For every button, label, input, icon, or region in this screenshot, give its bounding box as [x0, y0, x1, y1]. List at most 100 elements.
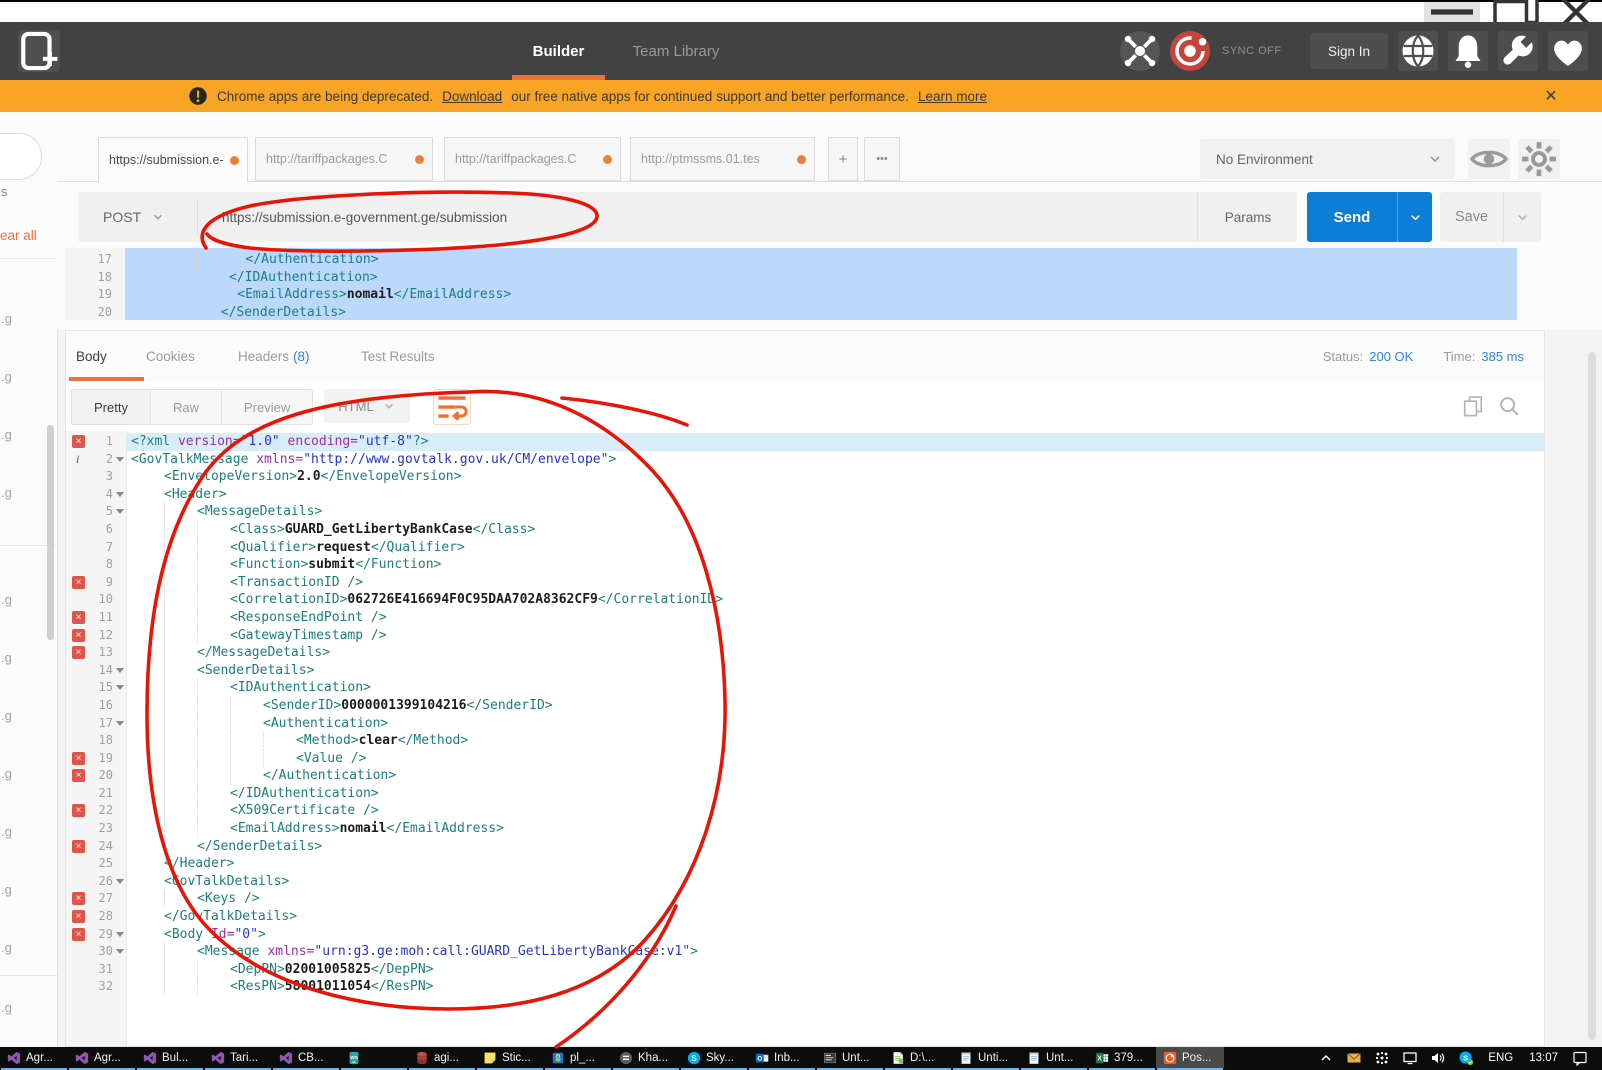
history-item[interactable]: .g [1, 1000, 12, 1015]
outlook-icon: O [755, 1051, 769, 1065]
request-tab[interactable]: http://tariffpackages.C [444, 137, 621, 181]
taskbar-item[interactable]: Stic... [476, 1047, 544, 1068]
environment-select[interactable]: No Environment [1200, 139, 1455, 179]
view-mode-raw[interactable]: Raw [151, 390, 222, 424]
history-item[interactable]: .g [1, 766, 12, 781]
taskbar-item[interactable]: X379... [1088, 1047, 1156, 1068]
indent-guide [163, 251, 164, 269]
response-body-viewer[interactable]: ×1<?xml version="1.0" encoding="utf-8"?>… [66, 431, 1544, 1046]
history-item[interactable]: .g [1, 311, 12, 326]
sync-button[interactable] [1170, 31, 1210, 71]
taskbar-item[interactable]: Bul... [136, 1047, 204, 1068]
history-item[interactable]: .g [1, 592, 12, 607]
banner-close-icon[interactable]: ✕ [1540, 85, 1562, 107]
open-new-tab-button[interactable]: + [828, 137, 858, 181]
taskbar-item[interactable]: WS [340, 1047, 408, 1068]
fold-caret-icon[interactable] [116, 879, 124, 884]
interceptor-button[interactable] [1398, 31, 1438, 71]
tab-team-library[interactable]: Team Library [620, 22, 732, 80]
fold-caret-icon[interactable] [116, 668, 124, 673]
taskbar-item[interactable]: Agr... [68, 1047, 136, 1068]
tray-skype-icon[interactable]: S [1458, 1050, 1474, 1066]
taskbar-item[interactable]: pl_... [544, 1047, 612, 1068]
taskbar-item[interactable]: Unt... [1020, 1047, 1088, 1068]
sign-in-button[interactable]: Sign In [1310, 33, 1388, 69]
language-indicator[interactable]: ENG [1488, 1052, 1513, 1064]
url-input[interactable]: https://submission.e-government.ge/submi… [222, 192, 507, 242]
params-button[interactable]: Params [1197, 192, 1298, 242]
history-item[interactable]: .g [1, 650, 12, 665]
request-body-editor[interactable]: 17</Authentication>18</IDAuthentication>… [65, 248, 1517, 320]
page-scrollbar[interactable] [1588, 352, 1596, 1040]
history-item[interactable]: .g [1, 369, 12, 384]
history-item[interactable]: .g [1, 427, 12, 442]
taskbar-item[interactable]: Unti... [952, 1047, 1020, 1068]
environment-preview-button[interactable] [1468, 139, 1510, 179]
history-search-input[interactable] [0, 133, 42, 180]
tray-mail-icon[interactable] [1346, 1050, 1362, 1066]
request-tab[interactable]: https://submission.e-g [98, 137, 248, 183]
method-select[interactable]: POST [103, 192, 165, 242]
learn-more-link[interactable]: Learn more [918, 89, 987, 104]
notifications-button[interactable] [1448, 31, 1488, 71]
view-mode-pretty[interactable]: Pretty [72, 390, 151, 424]
fold-caret-icon[interactable] [116, 949, 124, 954]
response-tab-headers[interactable]: Headers(8) [238, 331, 310, 381]
tray-volume-icon[interactable] [1430, 1050, 1446, 1066]
tray-chevron-up-icon[interactable] [1318, 1050, 1334, 1066]
format-select[interactable]: HTML [324, 389, 410, 423]
tab-builder[interactable]: Builder [512, 22, 605, 80]
save-button[interactable]: Save [1440, 192, 1541, 242]
minimize-button[interactable] [1424, 2, 1480, 22]
fold-caret-icon[interactable] [116, 457, 124, 462]
send-button[interactable]: Send [1307, 192, 1432, 242]
proxy-capture-button[interactable] [1120, 31, 1160, 71]
response-tab-body[interactable]: Body [76, 331, 107, 381]
tab-options-button[interactable]: ••• [864, 137, 900, 181]
history-item[interactable]: .g [1, 882, 12, 897]
action-center-icon[interactable] [1572, 1050, 1588, 1066]
taskbar-item[interactable]: SSky... [680, 1047, 748, 1068]
clear-all-link[interactable]: ear all [0, 228, 37, 243]
taskbar-item[interactable]: OInb... [748, 1047, 816, 1068]
fold-caret-icon[interactable] [116, 721, 124, 726]
taskbar-item[interactable]: CB... [272, 1047, 340, 1068]
clock[interactable]: 13:07 [1529, 1052, 1558, 1064]
taskbar-item[interactable]: Pos... [1156, 1047, 1224, 1068]
taskbar-item[interactable]: Tari... [204, 1047, 272, 1068]
history-item[interactable]: .g [1, 824, 12, 839]
request-tab[interactable]: http://ptmssms.01.tes [630, 137, 815, 181]
save-options-button[interactable] [1503, 192, 1541, 242]
new-tab-button[interactable] [18, 30, 60, 72]
wrap-text-button[interactable] [433, 389, 471, 425]
taskbar-item[interactable]: Kha... [612, 1047, 680, 1068]
response-tab-cookies[interactable]: Cookies [146, 331, 195, 381]
favorites-button[interactable] [1548, 31, 1588, 71]
history-item[interactable]: .g [1, 708, 12, 723]
tray-app-icon[interactable] [1374, 1050, 1390, 1066]
history-item[interactable]: .g [1, 940, 12, 955]
fold-caret-icon[interactable] [116, 492, 124, 497]
copy-button[interactable] [1462, 395, 1484, 417]
restore-button[interactable] [1488, 2, 1544, 22]
view-mode-preview[interactable]: Preview [222, 390, 312, 424]
fold-caret-icon[interactable] [116, 685, 124, 690]
environment-settings-button[interactable] [1518, 139, 1560, 179]
line-number: 9 [106, 574, 113, 592]
taskbar-item[interactable]: D:\... [884, 1047, 952, 1068]
response-tab-test-results[interactable]: Test Results [361, 331, 435, 381]
request-tab[interactable]: http://tariffpackages.C [255, 137, 433, 181]
history-item[interactable]: .g [1, 485, 12, 500]
tray-network-icon[interactable] [1402, 1050, 1418, 1066]
send-options-button[interactable] [1397, 192, 1432, 242]
close-button[interactable] [1548, 2, 1602, 22]
fold-caret-icon[interactable] [116, 509, 124, 514]
taskbar-item[interactable]: Agr... [0, 1047, 68, 1068]
sidebar-scrollbar[interactable] [47, 425, 54, 640]
search-response-button[interactable] [1498, 395, 1520, 417]
fold-caret-icon[interactable] [116, 932, 124, 937]
download-link[interactable]: Download [442, 89, 502, 104]
taskbar-item[interactable]: Unt... [816, 1047, 884, 1068]
settings-button[interactable] [1498, 31, 1538, 71]
taskbar-item[interactable]: agi... [408, 1047, 476, 1068]
